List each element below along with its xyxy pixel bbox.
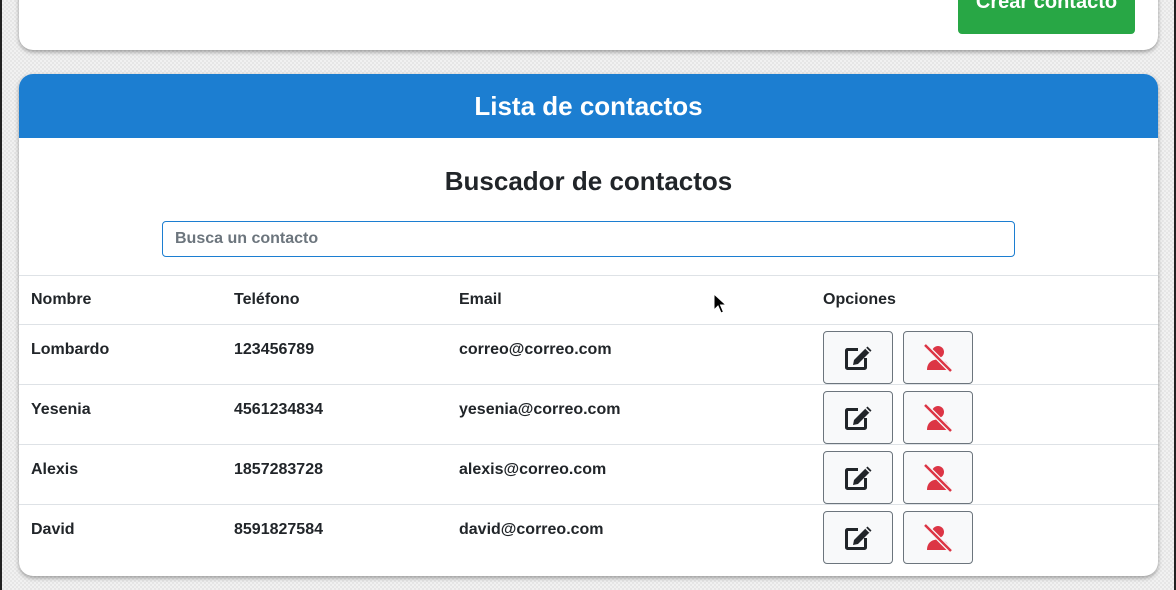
edit-icon [845, 346, 872, 370]
window-edge-left [0, 0, 2, 590]
contact-options [823, 445, 1158, 505]
contact-phone: 4561234834 [234, 401, 323, 418]
search-input[interactable] [162, 221, 1015, 257]
contact-options [823, 325, 1158, 385]
table-row: Lombardo 123456789 correo@correo.com [19, 324, 1158, 385]
contact-email: correo@correo.com [459, 341, 612, 358]
contact-options [823, 385, 1158, 445]
column-header-options: Opciones [823, 291, 896, 308]
edit-contact-button[interactable] [823, 391, 893, 444]
column-header-name: Nombre [31, 291, 92, 308]
table-row: David 8591827584 david@correo.com [19, 504, 1158, 564]
card-header: Lista de contactos [19, 74, 1158, 138]
contact-list-card: Lista de contactos Buscador de contactos… [19, 74, 1158, 576]
contact-name: David [31, 521, 75, 538]
column-header-phone: Teléfono [234, 291, 300, 308]
edit-icon [845, 406, 872, 430]
create-contact-label: Crear contacto [975, 0, 1118, 13]
delete-contact-button[interactable] [903, 451, 973, 504]
create-contact-card: Crear contacto [19, 0, 1158, 50]
edit-contact-button[interactable] [823, 451, 893, 504]
column-header-email: Email [459, 291, 502, 308]
delete-contact-button[interactable] [903, 511, 973, 564]
contact-phone: 8591827584 [234, 521, 323, 538]
contact-name: Lombardo [31, 341, 110, 358]
contact-email: yesenia@correo.com [459, 401, 621, 418]
table-row: Yesenia 4561234834 yesenia@correo.com [19, 384, 1158, 445]
contact-email: alexis@correo.com [459, 461, 607, 478]
delete-contact-button[interactable] [903, 391, 973, 444]
user-slash-icon [923, 342, 953, 373]
list-title: Lista de contactos [474, 90, 703, 121]
contact-phone: 1857283728 [234, 461, 323, 478]
mouse-cursor-icon [713, 293, 727, 314]
contact-phone: 123456789 [234, 341, 315, 358]
delete-contact-button[interactable] [903, 331, 973, 384]
edit-contact-button[interactable] [823, 511, 893, 564]
table-header-row: Nombre Teléfono Email Opciones [19, 275, 1158, 325]
user-slash-icon [923, 462, 953, 493]
contact-name: Yesenia [31, 401, 91, 418]
contact-name: Alexis [31, 461, 79, 478]
edit-contact-button[interactable] [823, 331, 893, 384]
table-row: Alexis 1857283728 alexis@correo.com [19, 444, 1158, 505]
edit-icon [845, 466, 872, 490]
search-title: Buscador de contactos [444, 166, 733, 196]
user-slash-icon [923, 402, 953, 433]
contact-options [823, 505, 1158, 564]
contacts-table: Nombre Teléfono Email Opciones Lombardo … [19, 275, 1158, 564]
user-slash-icon [923, 522, 953, 553]
edit-icon [845, 526, 872, 550]
create-contact-button[interactable]: Crear contacto [958, 0, 1135, 34]
contact-email: david@correo.com [459, 521, 604, 538]
